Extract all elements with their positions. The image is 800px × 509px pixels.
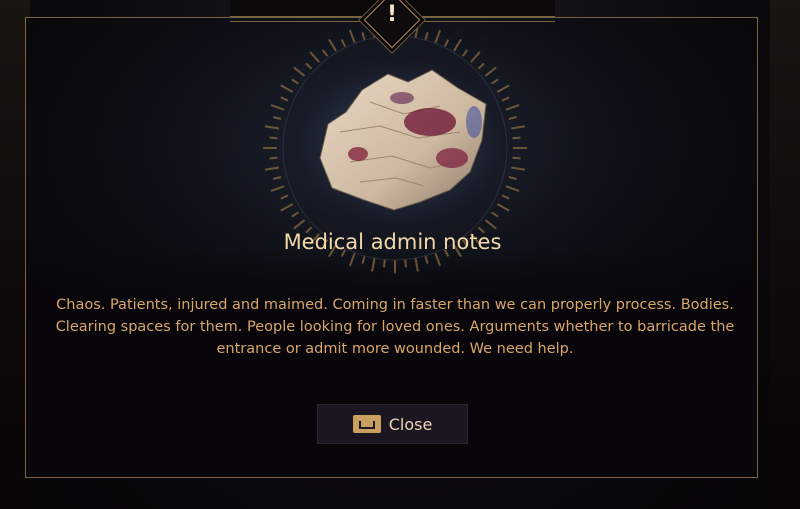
dialog-title: Medical admin notes bbox=[283, 230, 502, 254]
close-button[interactable]: Close bbox=[317, 404, 468, 444]
close-button-label: Close bbox=[388, 414, 433, 434]
torn-bloodstained-note-image bbox=[300, 64, 500, 224]
exclamation-icon: ! bbox=[386, 2, 398, 27]
dialog-body-text: Chaos. Patients, injured and maimed. Com… bbox=[55, 297, 735, 357]
game-screen: ! Medical admin notes Chaos. Patients, i… bbox=[0, 0, 800, 509]
alert-badge: ! bbox=[363, 0, 421, 52]
spacebar-key-icon bbox=[352, 415, 381, 433]
background-right-panel bbox=[770, 0, 800, 509]
